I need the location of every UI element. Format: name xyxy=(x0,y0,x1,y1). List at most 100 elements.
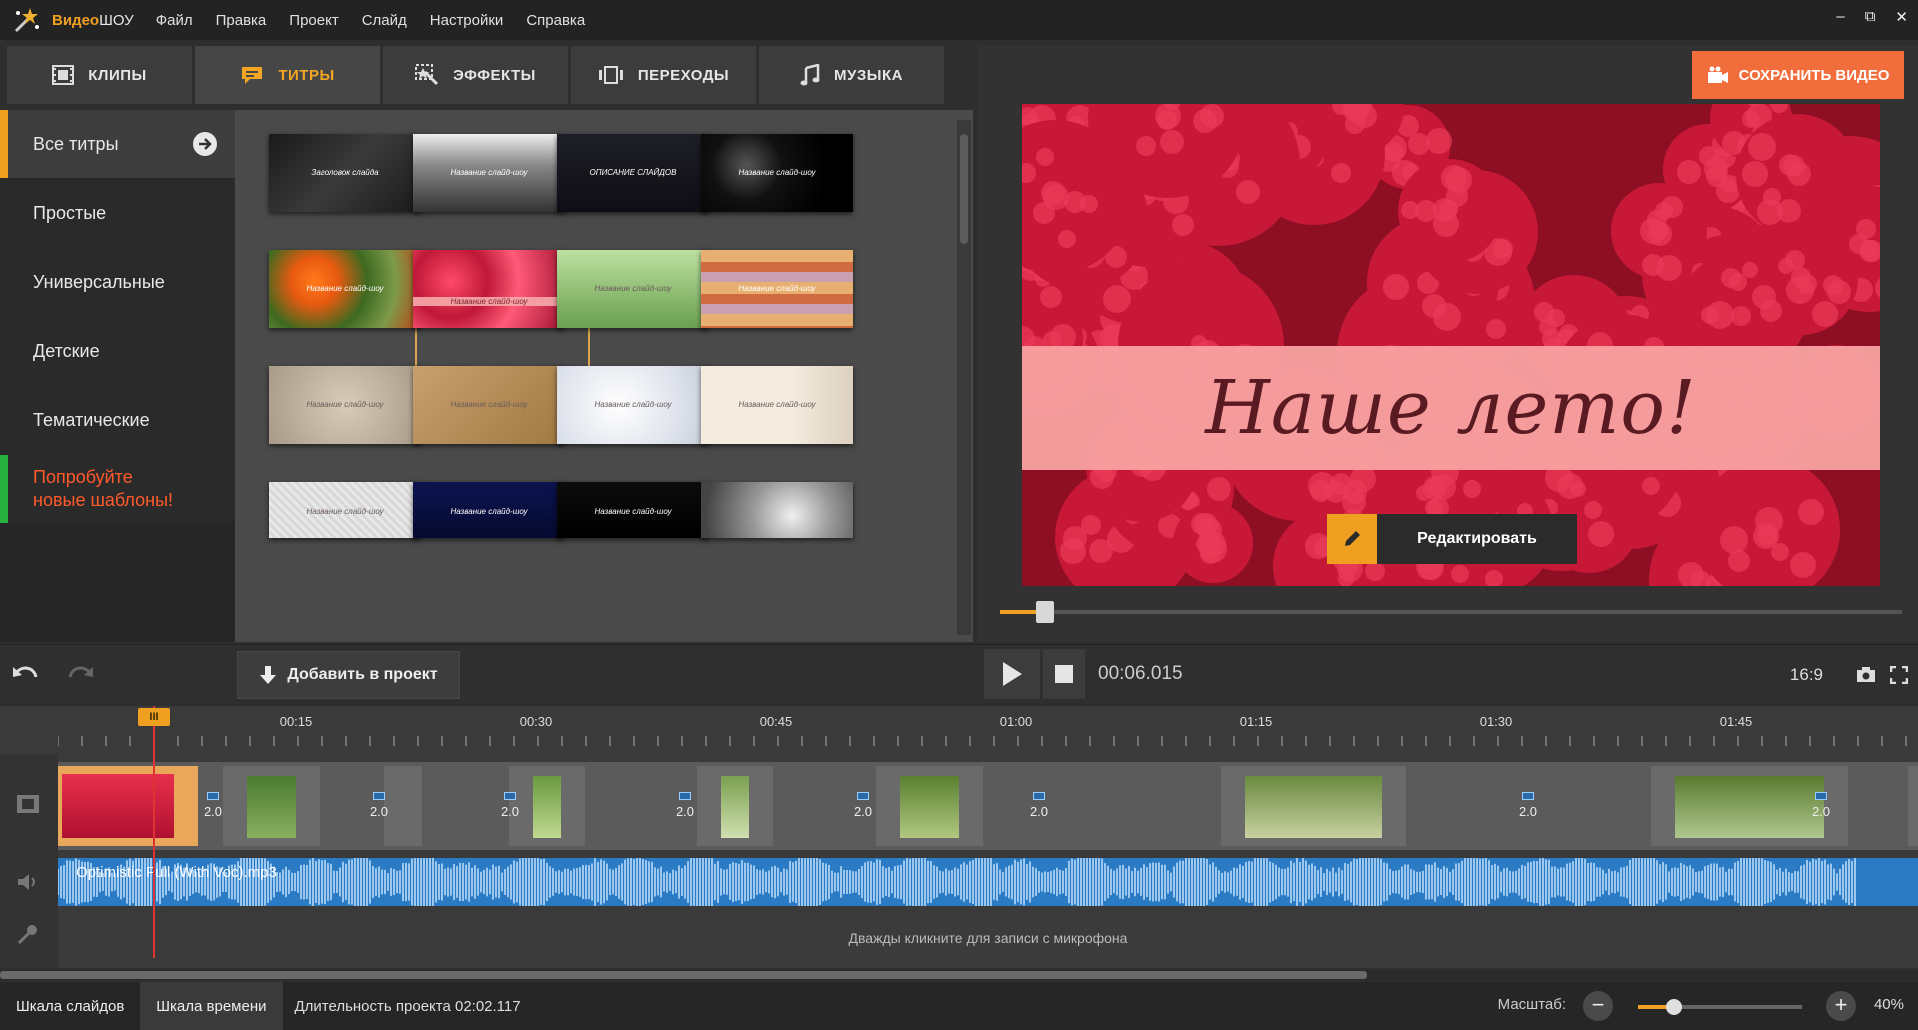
play-button[interactable] xyxy=(984,649,1040,699)
ruler-ticks xyxy=(58,736,1907,746)
tab-titles[interactable]: ТИТРЫ xyxy=(195,46,380,104)
template-thumbnail-silver[interactable] xyxy=(701,482,853,538)
category-label: Детские xyxy=(33,340,100,361)
tab-music[interactable]: МУЗЫКА xyxy=(759,46,944,104)
redo-icon[interactable] xyxy=(66,663,94,685)
template-thumbnail-black[interactable]: Название слайд-шоу xyxy=(557,482,709,538)
restore-button[interactable]: ⧉ xyxy=(1865,8,1876,26)
edit-title-button[interactable]: Редактировать xyxy=(1327,514,1577,564)
timeline-clip[interactable] xyxy=(697,766,773,846)
zoom-slider[interactable] xyxy=(1638,999,1802,1015)
transition-duration[interactable]: 2.0 xyxy=(850,792,876,819)
audio-track[interactable]: Optimistic Full (With Voc).mp3 xyxy=(58,858,1918,906)
close-button[interactable]: ✕ xyxy=(1895,8,1908,26)
stop-button[interactable] xyxy=(1043,649,1085,699)
template-thumbnail-raspberry[interactable]: Название слайд-шоу xyxy=(413,250,565,328)
timeline-clip[interactable] xyxy=(1221,766,1406,846)
tab-timeline-view[interactable]: Шкала времени xyxy=(140,982,283,1030)
fullscreen-icon[interactable] xyxy=(1890,666,1908,684)
transition-duration-label: 2.0 xyxy=(369,804,389,819)
zoom-knob[interactable] xyxy=(1666,999,1683,1015)
snapshot-icon[interactable] xyxy=(1856,667,1876,683)
tab-transitions[interactable]: ПЕРЕХОДЫ xyxy=(571,46,756,104)
zoom-value: 40% xyxy=(1873,996,1904,1013)
zoom-in-button[interactable]: + xyxy=(1826,991,1856,1021)
template-thumbnail-fabric[interactable]: Название слайд-шоу xyxy=(269,482,421,538)
time-ruler[interactable]: 00:15 00:30 00:45 01:00 01:15 01:30 01:4… xyxy=(58,706,1918,754)
template-thumbnail-city[interactable]: Название слайд-шоу xyxy=(413,134,565,212)
microphone-icon xyxy=(17,925,37,945)
timeline-clip[interactable] xyxy=(58,766,198,846)
save-video-button[interactable]: СОХРАНИТЬ ВИДЕО xyxy=(1692,51,1904,99)
timecode: 00:06.015 xyxy=(1098,663,1183,684)
category-simple[interactable]: Простые xyxy=(0,179,235,247)
menu-project[interactable]: Проект xyxy=(289,12,338,29)
template-thumbnail-macarons[interactable]: Название слайд-шоу xyxy=(701,250,853,328)
arrow-right-icon[interactable] xyxy=(193,132,217,156)
effects-icon xyxy=(415,64,439,86)
transition-duration-label: 2.0 xyxy=(1518,804,1538,819)
transition-duration[interactable]: 2.0 xyxy=(1808,792,1834,819)
template-thumbnail-navy[interactable]: Название слайд-шоу xyxy=(413,482,565,538)
transition-duration[interactable]: 2.0 xyxy=(497,792,523,819)
promo-new-templates[interactable]: Попробуйте новые шаблоны! xyxy=(0,455,235,523)
music-icon xyxy=(800,64,820,86)
template-caption: Название слайд-шоу xyxy=(450,506,528,516)
track-icons xyxy=(0,754,58,968)
aspect-ratio[interactable]: 16:9 xyxy=(1790,665,1823,685)
timeline-scrollbar[interactable] xyxy=(0,970,1918,980)
timeline-clip[interactable] xyxy=(876,766,983,846)
menu-help[interactable]: Справка xyxy=(526,12,585,29)
templates-scrollbar[interactable] xyxy=(957,120,971,635)
minimize-button[interactable]: – xyxy=(1836,8,1844,26)
template-thumbnail-green-flowers[interactable]: Название слайд-шоу xyxy=(557,250,709,328)
promo-line-1: Попробуйте xyxy=(33,467,133,487)
template-caption: Название слайд-шоу xyxy=(306,400,384,410)
template-thumbnail-flowers-orange[interactable]: Название слайд-шоу xyxy=(269,250,421,328)
clip-thumbnail xyxy=(1675,776,1824,838)
menu-slide[interactable]: Слайд xyxy=(362,12,407,29)
category-thematic[interactable]: Тематические xyxy=(0,386,235,454)
download-arrow-icon xyxy=(260,666,277,684)
play-icon xyxy=(1003,662,1022,686)
undo-icon[interactable] xyxy=(12,663,40,685)
preview-progress-slider[interactable] xyxy=(1000,601,1902,623)
transition-duration[interactable]: 2.0 xyxy=(1515,792,1541,819)
template-thumbnail-paper[interactable]: Название слайд-шоу xyxy=(413,366,565,444)
category-universal[interactable]: Универсальные xyxy=(0,248,235,316)
menu-settings[interactable]: Настройки xyxy=(430,12,504,29)
ruler-label: 00:30 xyxy=(519,714,553,729)
template-caption: Название слайд-шоу xyxy=(738,400,816,410)
tab-clips[interactable]: КЛИПЫ xyxy=(7,46,192,104)
template-thumbnail-tulip[interactable]: Название слайд-шоу xyxy=(701,366,853,444)
progress-knob[interactable] xyxy=(1036,601,1055,623)
transition-duration-label: 2.0 xyxy=(1029,804,1049,819)
template-thumbnail-dark-lines[interactable]: Заголовок слайда xyxy=(269,134,421,212)
template-thumbnail-dark-text[interactable]: ОПИСАНИЕ СЛАЙДОВ xyxy=(557,134,709,212)
timeline-scrollbar-thumb[interactable] xyxy=(0,971,1367,979)
transition-duration[interactable]: 2.0 xyxy=(672,792,698,819)
app-name-suffix: ШОУ xyxy=(99,11,134,29)
menu-edit[interactable]: Правка xyxy=(216,12,267,29)
timeline-clip[interactable] xyxy=(1908,766,1918,846)
title-categories: Все титры Простые Универсальные Детские … xyxy=(0,110,235,642)
video-track[interactable]: 2.0 2.0 2.0 2.0 2.0 2.0 2.0 2.0 xyxy=(58,762,1918,850)
add-to-project-button[interactable]: Добавить в проект xyxy=(237,651,460,699)
template-thumbnail-space[interactable]: Название слайд-шоу xyxy=(701,134,853,212)
tab-effects[interactable]: ЭФФЕКТЫ xyxy=(383,46,568,104)
category-all[interactable]: Все титры xyxy=(0,110,235,178)
scrollbar-thumb[interactable] xyxy=(960,134,968,244)
timeline-clip[interactable] xyxy=(223,766,320,846)
microphone-track[interactable]: Дважды кликните для записи с микрофона xyxy=(58,912,1918,964)
tab-slide-view[interactable]: Шкала слайдов xyxy=(0,982,140,1030)
app-window: ВидеоШОУ Файл Правка Проект Слайд Настро… xyxy=(0,0,1918,1030)
transition-duration[interactable]: 2.0 xyxy=(366,792,392,819)
category-kids[interactable]: Детские xyxy=(0,317,235,385)
transition-duration[interactable]: 2.0 xyxy=(200,792,226,819)
template-thumbnail-white-flower[interactable]: Название слайд-шоу xyxy=(557,366,709,444)
transition-duration[interactable]: 2.0 xyxy=(1026,792,1052,819)
template-thumbnail-vintage[interactable]: Название слайд-шоу xyxy=(269,366,421,444)
zoom-out-button[interactable]: − xyxy=(1583,991,1613,1021)
menu-file[interactable]: Файл xyxy=(156,12,193,29)
playhead-handle[interactable]: III xyxy=(138,708,170,726)
